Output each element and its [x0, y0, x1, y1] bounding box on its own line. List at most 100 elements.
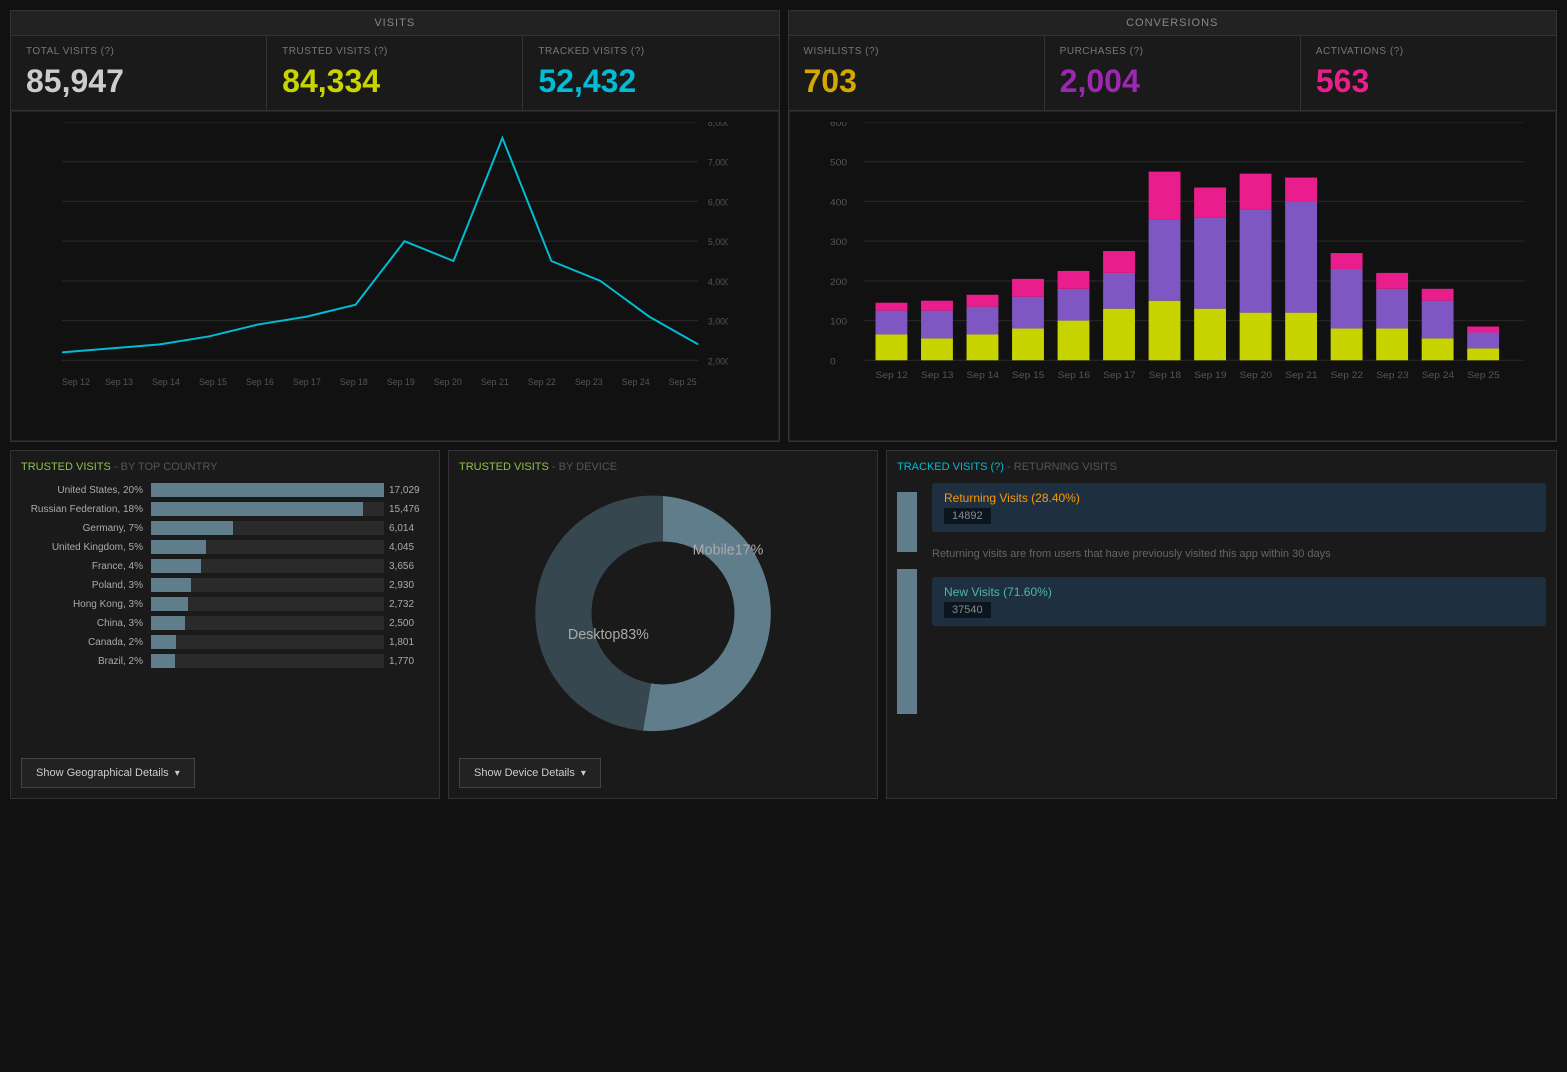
show-device-label: Show Device Details [474, 767, 575, 779]
svg-text:Sep 18: Sep 18 [340, 377, 368, 387]
wishlists-box: WISHLISTS (?) 703 [789, 36, 1045, 111]
country-value: 2,930 [389, 580, 429, 591]
country-value: 1,801 [389, 637, 429, 648]
country-bar-row: Poland, 3% 2,930 [21, 578, 429, 592]
country-value: 4,045 [389, 542, 429, 553]
wishlists-label: WISHLISTS (?) [804, 46, 1029, 57]
svg-text:Desktop83%: Desktop83% [568, 627, 649, 643]
country-label: United States, 20% [21, 485, 151, 496]
svg-text:Sep 16: Sep 16 [1057, 371, 1089, 381]
country-bar-row: United States, 20% 17,029 [21, 483, 429, 497]
line-chart: 2,000 3,000 4,000 5,000 6,000 7,000 8,00… [11, 111, 779, 441]
new-visits-label: New Visits (71.60%) [944, 585, 1534, 599]
conversions-panel: CONVERSIONS WISHLISTS (?) 703 PURCHASES … [788, 10, 1558, 442]
country-bar-fill [151, 559, 201, 573]
country-panel: TRUSTED VISITS - BY TOP COUNTRY United S… [10, 450, 440, 799]
visits-header: VISITS [11, 11, 779, 36]
activations-label: ACTIVATIONS (?) [1316, 46, 1541, 57]
bar-chart: 0 100 200 300 400 500 600 [789, 111, 1557, 441]
country-bar-track [151, 597, 384, 611]
device-chevron-icon: ▾ [581, 768, 586, 779]
country-value: 15,476 [389, 504, 429, 515]
svg-text:0: 0 [830, 357, 836, 367]
svg-text:4,000: 4,000 [708, 277, 728, 287]
device-panel-title: TRUSTED VISITS - BY DEVICE [459, 461, 867, 473]
country-bar-row: Russian Federation, 18% 15,476 [21, 502, 429, 516]
total-visits-box: TOTAL VISITS (?) 85,947 [11, 36, 267, 111]
returning-visits-label: Returning Visits (28.40%) [944, 491, 1534, 505]
svg-text:8,000: 8,000 [708, 122, 728, 128]
country-value: 1,770 [389, 656, 429, 667]
country-bar-track [151, 635, 384, 649]
country-bar-track [151, 578, 384, 592]
returning-visits-count: 14892 [944, 508, 991, 524]
returning-description: Returning visits are from users that hav… [932, 538, 1546, 571]
purchases-value: 2,004 [1060, 63, 1285, 100]
country-label: Russian Federation, 18% [21, 504, 151, 515]
country-value: 2,500 [389, 618, 429, 629]
country-bar-fill [151, 597, 188, 611]
country-panel-title: TRUSTED VISITS - BY TOP COUNTRY [21, 461, 429, 473]
country-label: Poland, 3% [21, 580, 151, 591]
purchases-box: PURCHASES (?) 2,004 [1045, 36, 1301, 111]
svg-text:Sep 15: Sep 15 [199, 377, 227, 387]
svg-text:3,000: 3,000 [708, 316, 728, 326]
country-label: Hong Kong, 3% [21, 599, 151, 610]
svg-text:200: 200 [830, 277, 847, 287]
show-device-details-button[interactable]: Show Device Details ▾ [459, 758, 601, 788]
country-bar-row: Brazil, 2% 1,770 [21, 654, 429, 668]
country-bar-track [151, 616, 384, 630]
country-value: 2,732 [389, 599, 429, 610]
svg-text:Sep 14: Sep 14 [966, 371, 999, 381]
trusted-visits-box: TRUSTED VISITS (?) 84,334 [267, 36, 523, 111]
svg-text:Sep 20: Sep 20 [1239, 371, 1271, 381]
country-value: 17,029 [389, 485, 429, 496]
show-geographical-details-button[interactable]: Show Geographical Details ▾ [21, 758, 195, 788]
svg-text:Sep 25: Sep 25 [669, 377, 697, 387]
svg-text:Sep 17: Sep 17 [293, 377, 321, 387]
svg-text:Sep 13: Sep 13 [921, 371, 953, 381]
svg-text:400: 400 [830, 198, 847, 208]
svg-text:Sep 24: Sep 24 [622, 377, 650, 387]
country-label: Brazil, 2% [21, 656, 151, 667]
svg-text:6,000: 6,000 [708, 197, 728, 207]
svg-text:500: 500 [830, 158, 847, 168]
activations-value: 563 [1316, 63, 1541, 100]
returning-panel-title: TRACKED VISITS (?) - RETURNING VISITS [897, 461, 1546, 473]
new-visits-count: 37540 [944, 602, 991, 618]
returning-title-rest: - RETURNING VISITS [1004, 461, 1117, 473]
country-bar-row: Hong Kong, 3% 2,732 [21, 597, 429, 611]
purchases-label: PURCHASES (?) [1060, 46, 1285, 57]
country-value: 3,656 [389, 561, 429, 572]
svg-text:Sep 25: Sep 25 [1467, 371, 1499, 381]
svg-text:Sep 22: Sep 22 [528, 377, 556, 387]
svg-text:600: 600 [830, 122, 847, 129]
svg-text:Sep 19: Sep 19 [387, 377, 415, 387]
svg-text:Sep 24: Sep 24 [1421, 371, 1454, 381]
total-visits-label: TOTAL VISITS (?) [26, 46, 251, 57]
svg-text:Sep 20: Sep 20 [434, 377, 462, 387]
country-bar-fill [151, 502, 363, 516]
svg-text:Sep 21: Sep 21 [1285, 371, 1317, 381]
svg-text:Sep 19: Sep 19 [1194, 371, 1226, 381]
svg-text:Sep 13: Sep 13 [105, 377, 133, 387]
tracked-visits-label: TRACKED VISITS (?) [538, 46, 763, 57]
country-bar-track [151, 540, 384, 554]
svg-text:Sep 22: Sep 22 [1330, 371, 1362, 381]
chevron-down-icon: ▾ [175, 768, 180, 779]
returning-visits-panel: TRACKED VISITS (?) - RETURNING VISITS Re… [886, 450, 1557, 799]
returning-title-highlight: TRACKED VISITS (?) [897, 461, 1004, 473]
country-bar-row: Canada, 2%1,801 [21, 635, 429, 649]
country-bar-track [151, 483, 384, 497]
visits-title: VISITS [374, 17, 415, 29]
trusted-visits-value: 84,334 [282, 63, 507, 100]
country-label: China, 3% [21, 618, 151, 629]
show-geographical-label: Show Geographical Details [36, 767, 169, 779]
country-bar-track [151, 654, 384, 668]
device-panel: TRUSTED VISITS - BY DEVICE Desktop83% Mo… [448, 450, 878, 799]
country-bar-row: France, 4%3,656 [21, 559, 429, 573]
country-title-highlight: TRUSTED VISITS [21, 461, 111, 473]
svg-text:2,000: 2,000 [708, 356, 728, 366]
country-bar-fill [151, 616, 185, 630]
trusted-visits-label: TRUSTED VISITS (?) [282, 46, 507, 57]
